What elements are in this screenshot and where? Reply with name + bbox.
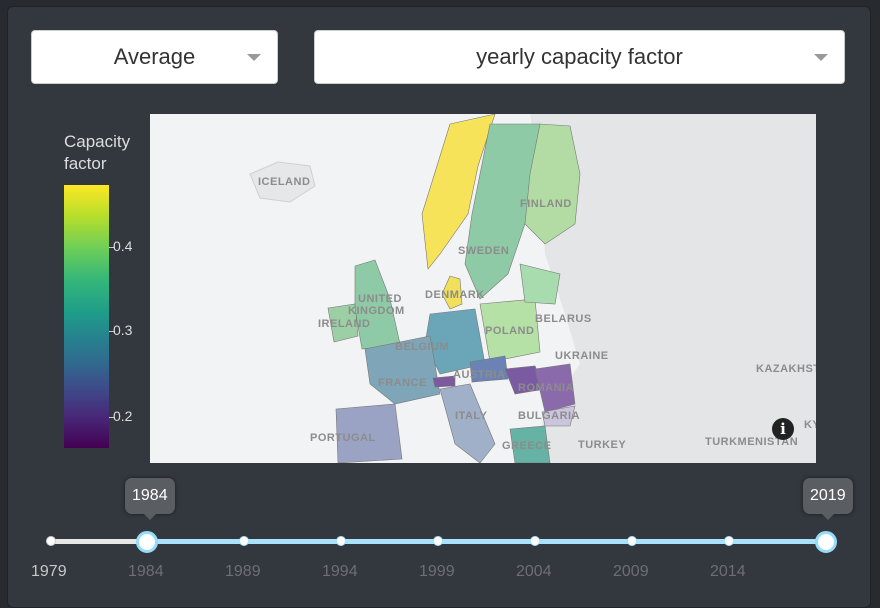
colorbar-tick-label: 0.4 — [113, 238, 133, 254]
colorbar-tick-label: 0.3 — [113, 322, 133, 338]
map-label-belgium: BELGIUM — [395, 341, 450, 353]
map-label-kingdom: KINGDOM — [348, 305, 405, 317]
slider-mark-label: 1999 — [419, 563, 455, 580]
slider-step-dot[interactable] — [239, 536, 249, 546]
switzerland-shape — [432, 375, 456, 388]
slider-mark-label: 1979 — [31, 563, 67, 580]
slider-mark-label: 2009 — [613, 563, 649, 580]
chevron-down-icon[interactable] — [814, 54, 828, 61]
map-label-france: FRANCE — [378, 377, 427, 389]
slider-start-handle[interactable] — [136, 531, 158, 553]
map-label-ukraine: UKRAINE — [555, 350, 609, 362]
slider-step-dot[interactable] — [530, 536, 540, 546]
map-label-sweden: SWEDEN — [458, 245, 510, 257]
slider-end-tooltip: 2019 — [803, 478, 853, 520]
chevron-down-icon[interactable] — [247, 54, 261, 61]
map-label-greece: GREECE — [502, 440, 552, 452]
map-label-iceland: ICELAND — [258, 176, 311, 188]
map-label-bulgaria: BULGARIA — [518, 410, 581, 422]
map-label-italy: ITALY — [455, 410, 488, 422]
slider-mark-label: 2004 — [516, 563, 552, 580]
slider-rail[interactable] — [51, 539, 147, 544]
map-label-finland: FINLAND — [520, 198, 572, 210]
map-label-austria: AUSTRIA — [453, 369, 506, 381]
slider-step-dot[interactable] — [433, 536, 443, 546]
map-label-united: UNITED — [358, 293, 402, 305]
colorbar-tick-label: 0.2 — [113, 408, 133, 424]
map-label-romania: ROMANIA — [518, 382, 575, 394]
map-label-ireland: IRELAND — [318, 318, 371, 330]
slider-step-dot[interactable] — [724, 536, 734, 546]
colorbar-title-line-2: factor — [64, 154, 107, 173]
europe-map[interactable]: ICELAND FINLAND SWEDEN DENMARK UNITED KI… — [150, 114, 816, 463]
map-label-poland: POLAND — [485, 325, 535, 337]
info-icon[interactable]: i — [772, 418, 794, 440]
variable-value: yearly capacity factor — [476, 44, 683, 69]
slider-step-dot[interactable] — [336, 536, 346, 546]
map-label-kazakhstan: KAZAKHST — [756, 363, 816, 375]
slider-start-tooltip: 1984 — [125, 478, 175, 520]
map-label-belarus: BELARUS — [535, 313, 592, 325]
colorbar — [64, 185, 109, 448]
map-label-kyrgyz: KY — [804, 419, 816, 431]
slider-step-dot[interactable] — [627, 536, 637, 546]
statistic-dropdown[interactable]: Average — [31, 30, 278, 84]
map-label-portugal: PORTUGAL — [310, 432, 376, 444]
slider-mark-label: 2014 — [710, 563, 746, 580]
slider-mark-label: 1984 — [128, 563, 164, 580]
slider-mark-label: 1994 — [322, 563, 358, 580]
slider-end-handle[interactable] — [815, 531, 837, 553]
map-label-turkey: TURKEY — [578, 439, 627, 451]
slider-mark-label: 1989 — [225, 563, 261, 580]
map-label-denmark: DENMARK — [425, 289, 485, 301]
statistic-value: Average — [113, 44, 196, 69]
colorbar-title-line-1: Capacity — [64, 132, 131, 151]
variable-dropdown[interactable]: yearly capacity factor — [314, 30, 845, 84]
slider-step-dot[interactable] — [46, 536, 56, 546]
colorbar-title: Capacity factor — [64, 131, 130, 175]
